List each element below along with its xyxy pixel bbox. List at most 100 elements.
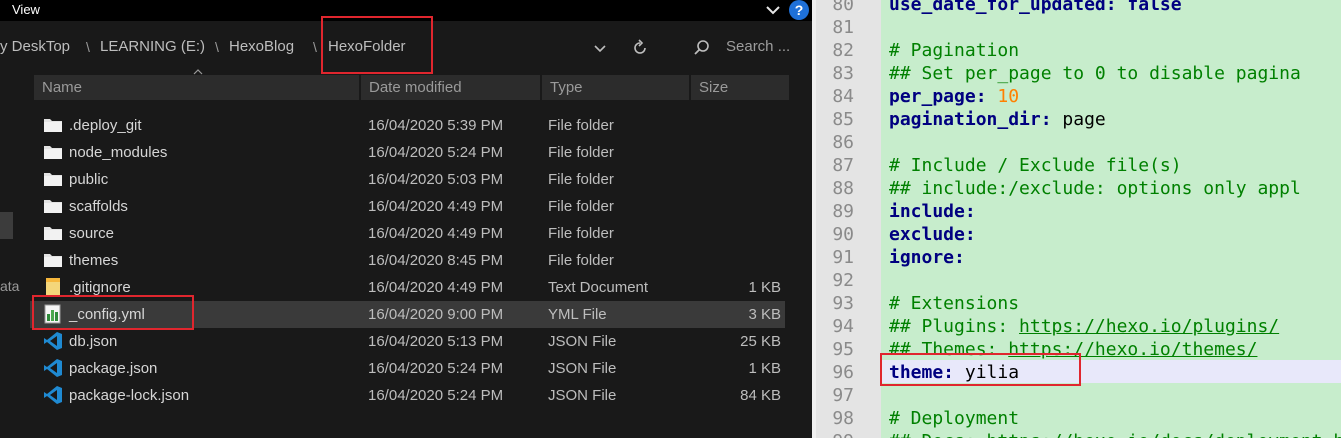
column-header-size[interactable]: Size xyxy=(691,75,789,100)
file-type: File folder xyxy=(548,225,614,242)
file-name: .gitignore xyxy=(69,279,131,296)
code-line[interactable]: ## Set per_page to 0 to disable pagina xyxy=(889,63,1301,84)
code-line[interactable]: ## Themes: https://hexo.io/themes/ xyxy=(889,339,1257,360)
file-date-modified: 16/04/2020 4:49 PM xyxy=(368,198,504,215)
file-date-modified: 16/04/2020 4:49 PM xyxy=(368,225,504,242)
code-line[interactable]: ignore: xyxy=(889,247,965,268)
text-editor[interactable]: 80 use_date_for_updated: false 81 82 # Pagin… xyxy=(816,0,1341,438)
breadcrumb-hexoblog[interactable]: HexoBlog xyxy=(229,38,294,55)
code-line[interactable]: # Include / Exclude file(s) xyxy=(889,155,1182,176)
file-type: File folder xyxy=(548,171,614,188)
code-line[interactable]: theme: yilia xyxy=(889,362,1019,383)
file-row[interactable]: themes 16/04/2020 8:45 PM File folder xyxy=(30,247,785,274)
file-row[interactable]: source 16/04/2020 4:49 PM File folder xyxy=(30,220,785,247)
code-line[interactable]: ## include:/exclude: options only appl xyxy=(889,178,1301,199)
breadcrumb-desktop[interactable]: y DeskTop xyxy=(0,38,70,55)
line-number: 85 xyxy=(832,109,854,130)
file-name: package.json xyxy=(69,360,158,377)
code-line[interactable]: per_page: 10 xyxy=(889,86,1019,107)
file-name: .deploy_git xyxy=(69,117,142,134)
code-line[interactable]: # Deployment xyxy=(889,408,1019,429)
file-name: node_modules xyxy=(69,144,168,161)
folder-icon xyxy=(43,115,63,135)
code-line[interactable]: use_date_for_updated: false xyxy=(889,0,1182,15)
folder-icon xyxy=(43,196,63,216)
file-date-modified: 16/04/2020 5:24 PM xyxy=(368,387,504,404)
line-number: 89 xyxy=(832,201,854,222)
line-number: 82 xyxy=(832,40,854,61)
line-number: 98 xyxy=(832,408,854,429)
line-number: 80 xyxy=(832,0,854,15)
code-line[interactable]: # Pagination xyxy=(889,40,1019,61)
file-row[interactable]: .deploy_git 16/04/2020 5:39 PM File folder xyxy=(30,112,785,139)
file-row[interactable]: package-lock.json 16/04/2020 5:24 PM JSON … xyxy=(30,382,785,409)
vscode-file-icon xyxy=(43,358,63,378)
file-type: File folder xyxy=(548,117,614,134)
file-type: File folder xyxy=(548,144,614,161)
file-date-modified: 16/04/2020 4:49 PM xyxy=(368,279,504,296)
breadcrumb-hexofolder[interactable]: HexoFolder xyxy=(328,38,406,55)
folder-icon xyxy=(43,169,63,189)
code-line[interactable]: include: xyxy=(889,201,976,222)
yml-file-icon xyxy=(43,304,63,324)
help-icon[interactable]: ? xyxy=(789,0,809,20)
folder-icon xyxy=(43,142,63,162)
line-number: 99 xyxy=(816,431,854,438)
file-row[interactable]: .gitignore 16/04/2020 4:49 PM Text Documen… xyxy=(30,274,785,301)
file-type: JSON File xyxy=(548,360,617,377)
file-type: YML File xyxy=(548,306,607,323)
column-header-type[interactable]: Type xyxy=(542,75,689,100)
file-size: 84 KB xyxy=(740,387,781,404)
file-row[interactable]: package.json 16/04/2020 5:24 PM JSON File 1… xyxy=(30,355,785,382)
column-header-date-modified[interactable]: Date modified xyxy=(361,75,540,100)
file-row[interactable]: public 16/04/2020 5:03 PM File folder xyxy=(30,166,785,193)
address-bar[interactable]: y DeskTop \ LEARNING (E:) \ HexoBlog \ H… xyxy=(0,30,812,66)
file-row[interactable]: db.json 16/04/2020 5:13 PM JSON File 25 KB xyxy=(30,328,785,355)
file-name: package-lock.json xyxy=(69,387,190,404)
view-menu[interactable]: View xyxy=(12,2,40,17)
code-line[interactable]: ## Docs: https://hexo.io/docs/deployment… xyxy=(889,431,1341,438)
code-line[interactable]: # Extensions xyxy=(889,293,1019,314)
text-document-icon xyxy=(43,277,63,297)
ribbon-bar: View ? xyxy=(0,0,812,21)
breadcrumb-separator: \ xyxy=(86,39,90,55)
search-input[interactable]: Search ... xyxy=(726,38,790,55)
code-line[interactable]: ## Plugins: https://hexo.io/plugins/ xyxy=(889,316,1279,337)
file-size: 3 KB xyxy=(748,306,781,323)
file-name: scaffolds xyxy=(69,198,128,215)
code-line[interactable]: pagination_dir: page xyxy=(889,109,1106,130)
file-row[interactable]: node_modules 16/04/2020 5:24 PM File folde… xyxy=(30,139,785,166)
line-number: 84 xyxy=(832,86,854,107)
code-line[interactable]: exclude: xyxy=(889,224,976,245)
line-number: 94 xyxy=(832,316,854,337)
file-explorer-window: View ? y DeskTop \ LEARNING (E:) \ HexoB… xyxy=(0,0,812,438)
file-name: themes xyxy=(69,252,119,269)
file-type: File folder xyxy=(548,252,614,269)
file-type: Text Document xyxy=(548,279,649,296)
breadcrumb-drive[interactable]: LEARNING (E:) xyxy=(100,38,205,55)
line-number: 90 xyxy=(832,224,854,245)
file-date-modified: 16/04/2020 8:45 PM xyxy=(368,252,504,269)
line-number: 88 xyxy=(832,178,854,199)
file-size: 25 KB xyxy=(740,333,781,350)
navigation-pane-label[interactable]: ata xyxy=(0,278,19,294)
vscode-file-icon xyxy=(43,331,63,351)
line-number: 97 xyxy=(832,385,854,406)
breadcrumb-separator: \ xyxy=(215,39,219,55)
file-name: _config.yml xyxy=(69,306,145,323)
file-row[interactable]: scaffolds 16/04/2020 4:49 PM File folder xyxy=(30,193,785,220)
file-name: db.json xyxy=(69,333,118,350)
file-name: source xyxy=(69,225,115,242)
file-date-modified: 16/04/2020 5:24 PM xyxy=(368,144,504,161)
history-dropdown-icon[interactable] xyxy=(590,38,610,58)
file-row[interactable]: _config.yml 16/04/2020 9:00 PM YML File 3 K… xyxy=(30,301,785,328)
file-date-modified: 16/04/2020 5:39 PM xyxy=(368,117,504,134)
chevron-down-icon[interactable] xyxy=(764,1,782,19)
column-header-name[interactable]: Name xyxy=(34,75,359,100)
file-date-modified: 16/04/2020 5:24 PM xyxy=(368,360,504,377)
refresh-icon[interactable] xyxy=(630,38,650,58)
file-date-modified: 16/04/2020 9:00 PM xyxy=(368,306,504,323)
folder-icon xyxy=(43,223,63,243)
line-number: 93 xyxy=(832,293,854,314)
navigation-pane-selected-item[interactable] xyxy=(0,212,13,239)
